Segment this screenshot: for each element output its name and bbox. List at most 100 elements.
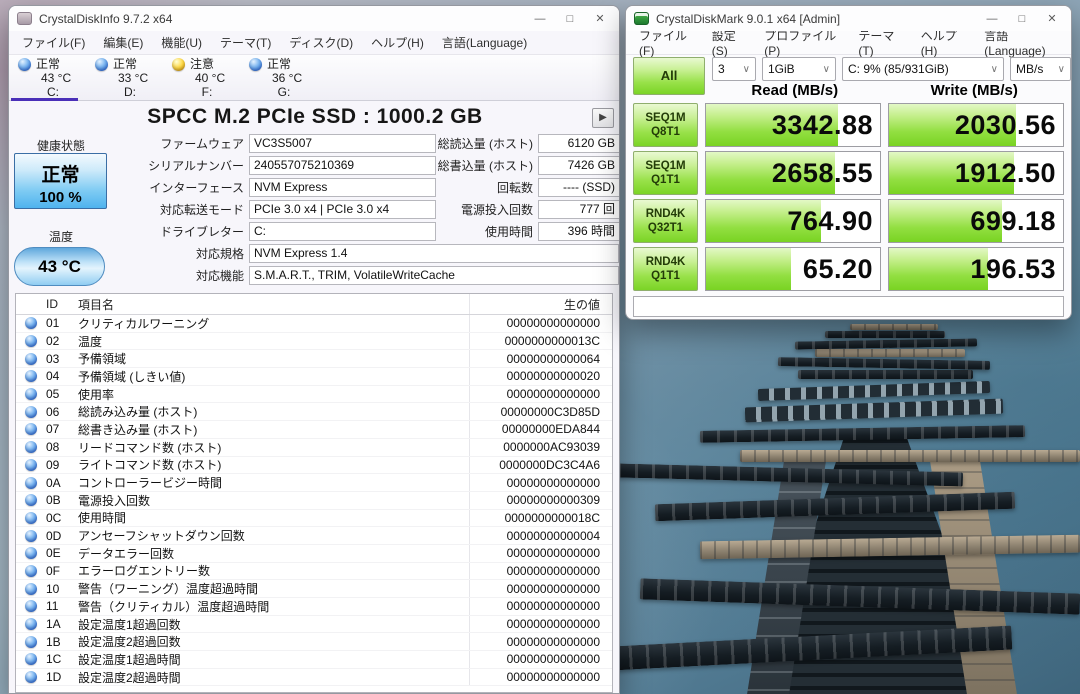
cdi-menu-item[interactable]: ファイル(F) — [13, 31, 94, 54]
smart-row[interactable]: 0F エラーログエントリー数 00000000000000 — [16, 563, 612, 581]
test-name: SEQ1M — [634, 160, 697, 172]
smart-id: 04 — [46, 369, 78, 383]
field-label: 電源投入回数 — [430, 201, 538, 218]
smart-row[interactable]: 1A 設定温度1超過回数 00000000000000 — [16, 616, 612, 634]
smart-name: 設定温度2超過時間 — [78, 669, 470, 686]
smart-row[interactable]: 0D アンセーフシャットダウン回数 00000000000004 — [16, 527, 612, 545]
field-label: 対応規格 — [9, 245, 249, 262]
smart-status-orb-icon — [25, 353, 37, 365]
cdm-body: All 3 ∨ 1GiB ∨ C: 9% (85/931GiB) ∨ MB/s … — [626, 55, 1071, 319]
target-drive-select[interactable]: C: 9% (85/931GiB) ∨ — [842, 57, 1004, 81]
test-count-select[interactable]: 3 ∨ — [712, 57, 756, 81]
comment-input[interactable] — [633, 296, 1064, 317]
cdi-title-bar[interactable]: CrystalDiskInfo 9.7.2 x64 — □ ✕ — [9, 6, 619, 31]
smart-row[interactable]: 02 温度 0000000000013C — [16, 333, 612, 351]
next-disk-button[interactable]: ▶ — [592, 108, 614, 128]
disk-tab-temp: 43 °C — [41, 72, 88, 85]
run-all-button[interactable]: All — [633, 57, 705, 95]
smart-name: 警告（ワーニング）温度超過時間 — [78, 580, 470, 597]
smart-status-orb-icon — [25, 530, 37, 542]
smart-id: 0E — [46, 546, 78, 560]
cdm-title-bar[interactable]: CrystalDiskMark 9.0.1 x64 [Admin] — □ ✕ — [626, 6, 1071, 31]
cdi-close-button[interactable]: ✕ — [585, 6, 615, 31]
chevron-down-icon: ∨ — [823, 64, 830, 75]
device-field-row: 総書込量 (ホスト) 7426 GB — [430, 156, 620, 175]
smart-raw-value: 0000000000018C — [470, 511, 612, 525]
cdi-maximize-button[interactable]: □ — [555, 6, 585, 31]
disk-tab[interactable]: 注意 40 °C F: — [165, 55, 242, 100]
field-value: 6120 GB — [538, 134, 620, 153]
write-score-cell: 196.53 — [888, 247, 1064, 291]
smart-row[interactable]: 0E データエラー回数 00000000000000 — [16, 545, 612, 563]
smart-id: 03 — [46, 352, 78, 366]
write-score-value: 1912.50 — [955, 152, 1056, 194]
smart-row[interactable]: 01 クリティカルワーニング 00000000000000 — [16, 315, 612, 333]
smart-row[interactable]: 11 警告（クリティカル）温度超過時間 00000000000000 — [16, 598, 612, 616]
smart-row[interactable]: 10 警告（ワーニング）温度超過時間 00000000000000 — [16, 580, 612, 598]
write-score-value: 196.53 — [970, 248, 1056, 290]
smart-status-orb-icon — [25, 636, 37, 648]
disk-tab[interactable]: 正常 36 °C G: — [242, 55, 319, 100]
disk-status-orb-icon — [172, 58, 185, 71]
smart-row[interactable]: 0A コントローラービジー時間 00000000000000 — [16, 474, 612, 492]
device-title: SPCC M.2 PCIe SSD : 1000.2 GB — [9, 105, 620, 129]
disk-tab-drive: G: — [249, 86, 319, 99]
disk-tab-status: 注意 — [190, 58, 214, 71]
cdi-menu-item[interactable]: 編集(E) — [94, 31, 152, 54]
smart-row[interactable]: 05 使用率 00000000000000 — [16, 386, 612, 404]
smart-status-orb-icon — [25, 565, 37, 577]
smart-name: 予備領域 — [78, 350, 470, 367]
smart-id: 07 — [46, 422, 78, 436]
read-score-value: 3342.88 — [772, 104, 873, 146]
smart-rows: 01 クリティカルワーニング 00000000000000 02 温度 0000… — [16, 315, 612, 686]
smart-row[interactable]: 07 総書き込み量 (ホスト) 00000000EDA844 — [16, 421, 612, 439]
cdi-minimize-button[interactable]: — — [525, 6, 555, 31]
cdm-close-button[interactable]: ✕ — [1037, 6, 1067, 31]
smart-row[interactable]: 1C 設定温度1超過時間 00000000000000 — [16, 651, 612, 669]
disk-tab-status: 正常 — [113, 58, 137, 71]
cdi-menu-item[interactable]: 言語(Language) — [433, 31, 536, 54]
disk-tab-drive: C: — [18, 86, 88, 99]
unit-select[interactable]: MB/s ∨ — [1010, 57, 1071, 81]
smart-name: 設定温度2超過回数 — [78, 633, 470, 650]
test-size-select[interactable]: 1GiB ∨ — [762, 57, 836, 81]
disk-tab[interactable]: 正常 33 °C D: — [88, 55, 165, 100]
cdm-maximize-button[interactable]: □ — [1007, 6, 1037, 31]
smart-row[interactable]: 1B 設定温度2超過回数 00000000000000 — [16, 633, 612, 651]
cdi-menu-item[interactable]: 機能(U) — [152, 31, 211, 54]
test-name: RND4K — [634, 208, 697, 220]
smart-id: 09 — [46, 458, 78, 472]
smart-status-orb-icon — [25, 671, 37, 683]
smart-row[interactable]: 08 リードコマンド数 (ホスト) 0000000AC93039 — [16, 439, 612, 457]
field-label: 回転数 — [430, 179, 538, 196]
device-field-row: インターフェース NVM Express — [9, 178, 436, 197]
smart-row[interactable]: 04 予備領域 (しきい値) 00000000000020 — [16, 368, 612, 386]
test-name: RND4K — [634, 256, 697, 268]
device-field-row: 総読込量 (ホスト) 6120 GB — [430, 134, 620, 153]
benchmark-row: RND4K Q1T1 65.20 196.53 — [633, 247, 1064, 291]
smart-id: 08 — [46, 440, 78, 454]
smart-row[interactable]: 09 ライトコマンド数 (ホスト) 0000000DC3C4A6 — [16, 457, 612, 475]
device-field-row: 対応規格 NVM Express 1.4 — [9, 244, 619, 263]
cdi-menu-item[interactable]: テーマ(T) — [211, 31, 280, 54]
test-type-button[interactable]: SEQ1M Q1T1 — [633, 151, 698, 195]
field-value: NVM Express — [249, 178, 436, 197]
test-type-button[interactable]: SEQ1M Q8T1 — [633, 103, 698, 147]
cdm-minimize-button[interactable]: — — [977, 6, 1007, 31]
smart-row[interactable]: 0C 使用時間 0000000000018C — [16, 510, 612, 528]
smart-raw-value: 00000000000000 — [470, 564, 612, 578]
smart-row[interactable]: 0B 電源投入回数 00000000000309 — [16, 492, 612, 510]
disk-tab[interactable]: 正常 43 °C C: — [11, 55, 88, 100]
smart-row[interactable]: 03 予備領域 00000000000064 — [16, 350, 612, 368]
smart-row[interactable]: 06 総読み込み量 (ホスト) 00000000C3D85D — [16, 403, 612, 421]
smart-status-orb-icon — [25, 459, 37, 471]
field-value: NVM Express 1.4 — [249, 244, 619, 263]
test-type-button[interactable]: RND4K Q32T1 — [633, 199, 698, 243]
cdi-menu-item[interactable]: ディスク(D) — [280, 31, 362, 54]
smart-status-orb-icon — [25, 423, 37, 435]
smart-row[interactable]: 1D 設定温度2超過時間 00000000000000 — [16, 669, 612, 687]
smart-raw-value: 00000000000004 — [470, 529, 612, 543]
cdi-menu-item[interactable]: ヘルプ(H) — [362, 31, 433, 54]
test-type-button[interactable]: RND4K Q1T1 — [633, 247, 698, 291]
disk-tab-temp: 33 °C — [118, 72, 165, 85]
